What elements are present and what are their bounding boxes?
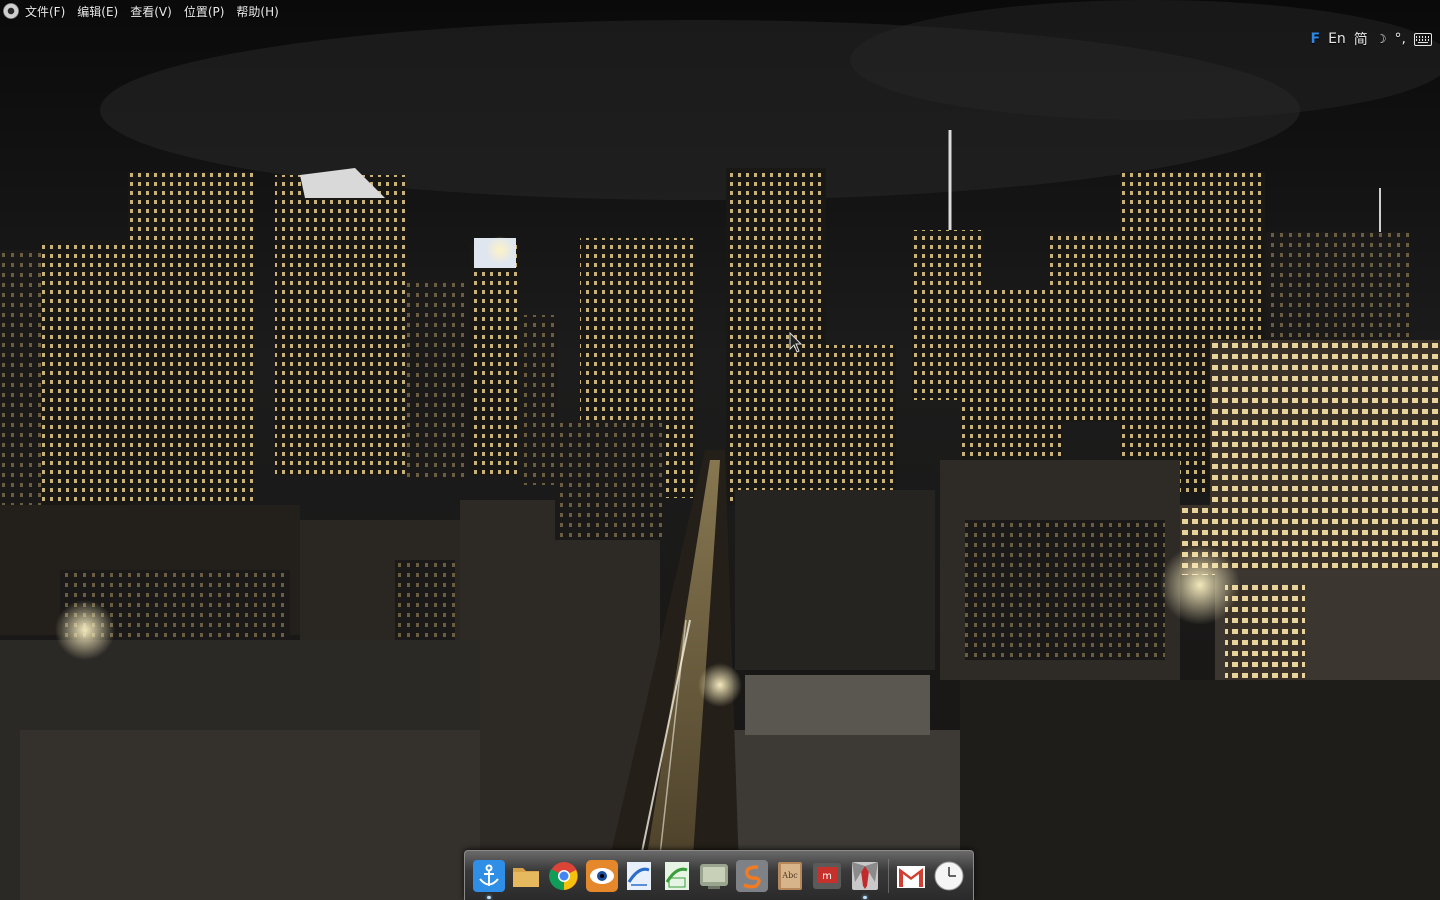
spreadsheet-icon [664,861,689,890]
dock-item-terminal[interactable] [698,859,732,893]
top-menu-bar: 文件(F) 编辑(E) 查看(V) 位置(P) 帮助(H) [0,0,1440,22]
soft-keyboard-icon[interactable] [1414,32,1432,46]
menu-file[interactable]: 文件(F) [25,3,65,20]
svg-text:m: m [822,871,832,882]
ime-logo-icon[interactable]: F [1310,31,1320,47]
folder-icon [513,867,540,887]
gmail-icon [897,865,926,888]
dock-item-writer[interactable] [622,859,656,893]
application-dock: Abc m [464,850,974,900]
menu-edit[interactable]: 编辑(E) [77,3,118,20]
punctuation-toggle[interactable]: °, [1395,31,1406,47]
chrome-icon [549,861,579,890]
dock-item-gmail[interactable] [895,859,929,893]
dock-item-anchor[interactable] [472,859,506,899]
menu-help[interactable]: 帮助(H) [236,3,278,20]
dock-item-scribus[interactable] [735,859,769,893]
running-indicator [863,895,868,899]
dock-separator [887,858,889,893]
half-width-moon-icon[interactable]: ☽ [1376,32,1387,46]
dock-item-eye-viewer[interactable] [585,859,619,893]
dock-item-calc[interactable] [660,859,694,893]
tie-icon [851,861,878,890]
dock-item-chrome[interactable] [547,859,581,893]
dictionary-icon: Abc [777,861,802,890]
dock-item-files[interactable] [510,859,544,893]
clock-icon [934,861,964,890]
menu-view[interactable]: 查看(V) [130,3,172,20]
dock-item-dictionary[interactable]: Abc [773,859,807,893]
desktop-wallpaper [0,0,1440,900]
presentation-icon: m [813,862,842,889]
writer-icon [627,861,652,890]
dock-item-tie[interactable] [848,859,882,899]
dock-item-presentation[interactable]: m [810,859,844,893]
ime-status-tray: F En 简 ☽ °, [1310,29,1432,49]
mouse-cursor-icon [789,332,803,353]
svg-text:Abc: Abc [781,871,798,880]
running-indicator [487,895,491,899]
dock-item-clock[interactable] [932,859,966,893]
eye-icon [585,859,618,892]
ime-simplified-toggle[interactable]: 简 [1354,29,1368,49]
app-menu-logo-icon[interactable] [3,3,19,19]
scribus-icon [736,859,769,892]
terminal-icon [700,863,729,889]
menu-go[interactable]: 位置(P) [184,3,225,20]
ime-language-toggle[interactable]: En [1328,31,1346,47]
anchor-icon [472,859,505,892]
